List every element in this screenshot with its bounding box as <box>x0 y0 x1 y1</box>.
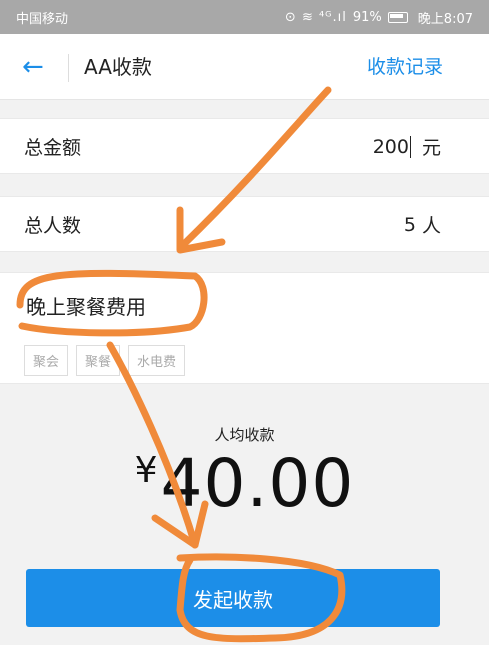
tag-gathering[interactable]: 聚会 <box>24 345 69 376</box>
tag-utilities[interactable]: 水电费 <box>128 345 186 376</box>
text-cursor <box>409 135 411 158</box>
per-person-value: 40.00 <box>160 445 355 522</box>
tag-dinner[interactable]: 聚餐 <box>76 345 121 376</box>
battery-icon <box>387 11 408 23</box>
battery-percent: 91% <box>352 9 382 25</box>
total-amount-value[interactable]: 200 元 <box>373 133 441 160</box>
header-divider <box>68 54 69 82</box>
per-person-amount: ¥40.00 <box>0 445 489 522</box>
status-bar: 中国移动 ⊙ ≋ ⁴ᴳ.ıl 91% 晚上8:07 <box>0 0 489 34</box>
total-amount-input[interactable]: 200 <box>373 136 409 158</box>
note-input[interactable]: 晚上聚餐费用 <box>26 291 146 320</box>
collection-record-link[interactable]: 收款记录 <box>367 54 443 80</box>
status-time: 晚上8:07 <box>417 11 473 27</box>
carrier-name: 中国移动 <box>16 11 69 27</box>
per-person-label: 人均收款 <box>214 426 275 444</box>
total-amount-label: 总金额 <box>24 137 82 159</box>
start-collection-button[interactable]: 发起收款 <box>26 569 440 627</box>
total-amount-row[interactable]: 总金额 200 元 <box>0 118 489 174</box>
total-people-label: 总人数 <box>24 215 82 237</box>
total-people-value[interactable]: 5 人 <box>404 211 441 238</box>
total-amount-unit: 元 <box>421 137 441 159</box>
status-indicators: ⊙ ≋ ⁴ᴳ.ıl 91% 晚上8:07 <box>285 8 473 27</box>
app-header: ← AA收款 收款记录 <box>0 34 489 100</box>
total-people-input[interactable]: 5 <box>404 214 416 236</box>
note-section: 晚上聚餐费用 聚会 聚餐 水电费 <box>0 272 489 384</box>
tag-list: 聚会 聚餐 水电费 <box>24 345 186 376</box>
back-arrow-icon[interactable]: ← <box>22 52 52 82</box>
currency-symbol: ¥ <box>134 450 159 491</box>
total-people-unit: 人 <box>421 215 441 237</box>
signal-wifi-icons: ⊙ ≋ ⁴ᴳ.ıl <box>284 9 347 25</box>
total-people-row[interactable]: 总人数 5 人 <box>0 196 489 252</box>
page-title: AA收款 <box>84 55 152 79</box>
